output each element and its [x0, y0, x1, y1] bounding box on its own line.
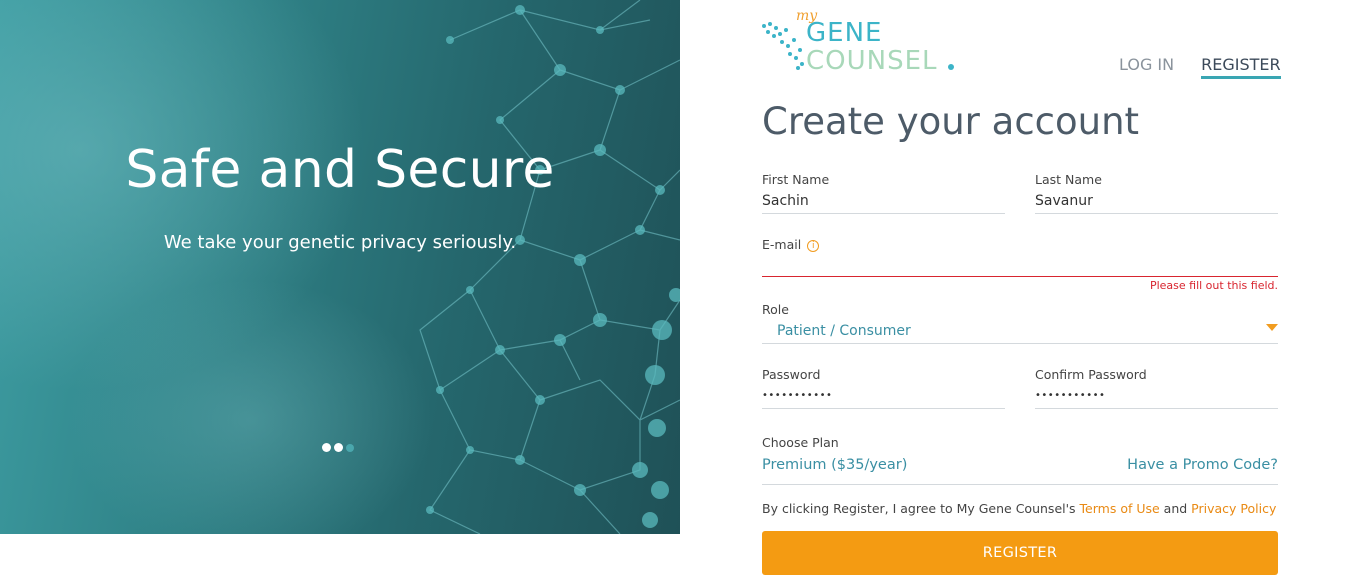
first-name-group: First Name Sachin [762, 172, 1005, 214]
last-name-label: Last Name [1035, 172, 1102, 187]
hero-panel: Safe and Secure We take your genetic pri… [0, 0, 680, 534]
hero-subtitle: We take your genetic privacy seriously. [163, 232, 517, 253]
role-select[interactable]: Patient / Consumer [762, 317, 1278, 344]
logo-counsel-text: COUNSEL [806, 46, 938, 76]
molecule-network-illustration [419, 0, 680, 534]
last-name-input[interactable]: Savanur [1035, 187, 1278, 214]
carousel-dot-3[interactable] [346, 444, 354, 452]
nav-login-link[interactable]: LOG IN [1119, 55, 1174, 79]
terms-of-use-link[interactable]: Terms of Use [1080, 501, 1160, 516]
info-icon[interactable]: i [807, 239, 820, 252]
first-name-input[interactable]: Sachin [762, 187, 1005, 214]
nav-register-link[interactable]: REGISTER [1201, 55, 1281, 79]
carousel-dot-1[interactable] [322, 443, 331, 452]
my-gene-counsel-logo[interactable]: my GENE COUNSEL [760, 8, 960, 76]
terms-prefix: By clicking Register, I agree to My Gene… [762, 501, 1080, 516]
confirm-password-group: Confirm Password ••••••••••• [1035, 367, 1278, 409]
form-title: Create your account [762, 100, 1140, 143]
confirm-password-input[interactable]: ••••••••••• [1035, 382, 1278, 409]
hero-title: Safe and Secure [125, 140, 555, 200]
dna-helix-icon [762, 22, 804, 70]
password-label: Password [762, 367, 821, 382]
logo-gene-text: GENE [806, 18, 883, 48]
carousel-indicators [322, 443, 354, 452]
plan-row: Premium ($35/year) Have a Promo Code? [762, 455, 1278, 485]
password-group: Password ••••••••••• [762, 367, 1005, 409]
terms-middle: and [1159, 501, 1192, 516]
plan-select[interactable]: Premium ($35/year) [762, 457, 907, 473]
plan-label-group: Choose Plan [762, 435, 1062, 450]
last-name-group: Last Name Savanur [1035, 172, 1278, 214]
email-error-message: Please fill out this field. [1149, 279, 1278, 292]
role-group: Role Patient / Consumer [762, 302, 1278, 344]
auth-nav: LOG IN REGISTER [1119, 55, 1281, 79]
email-label-row: E-mail i [762, 237, 1278, 252]
carousel-dot-2[interactable] [334, 443, 343, 452]
registered-mark-icon [948, 64, 954, 70]
email-group: E-mail i [762, 237, 1278, 277]
register-button[interactable]: REGISTER [762, 531, 1278, 575]
plan-label: Choose Plan [762, 435, 839, 450]
first-name-label: First Name [762, 172, 830, 187]
privacy-policy-link[interactable]: Privacy Policy [1191, 501, 1276, 516]
email-field[interactable] [762, 252, 1278, 277]
caret-down-icon[interactable] [1266, 324, 1278, 331]
password-input[interactable]: ••••••••••• [762, 382, 1005, 409]
role-label: Role [762, 302, 789, 317]
terms-text: By clicking Register, I agree to My Gene… [762, 501, 1276, 516]
confirm-password-label: Confirm Password [1035, 367, 1147, 382]
email-label: E-mail [762, 237, 802, 252]
promo-code-link[interactable]: Have a Promo Code? [1127, 457, 1278, 473]
